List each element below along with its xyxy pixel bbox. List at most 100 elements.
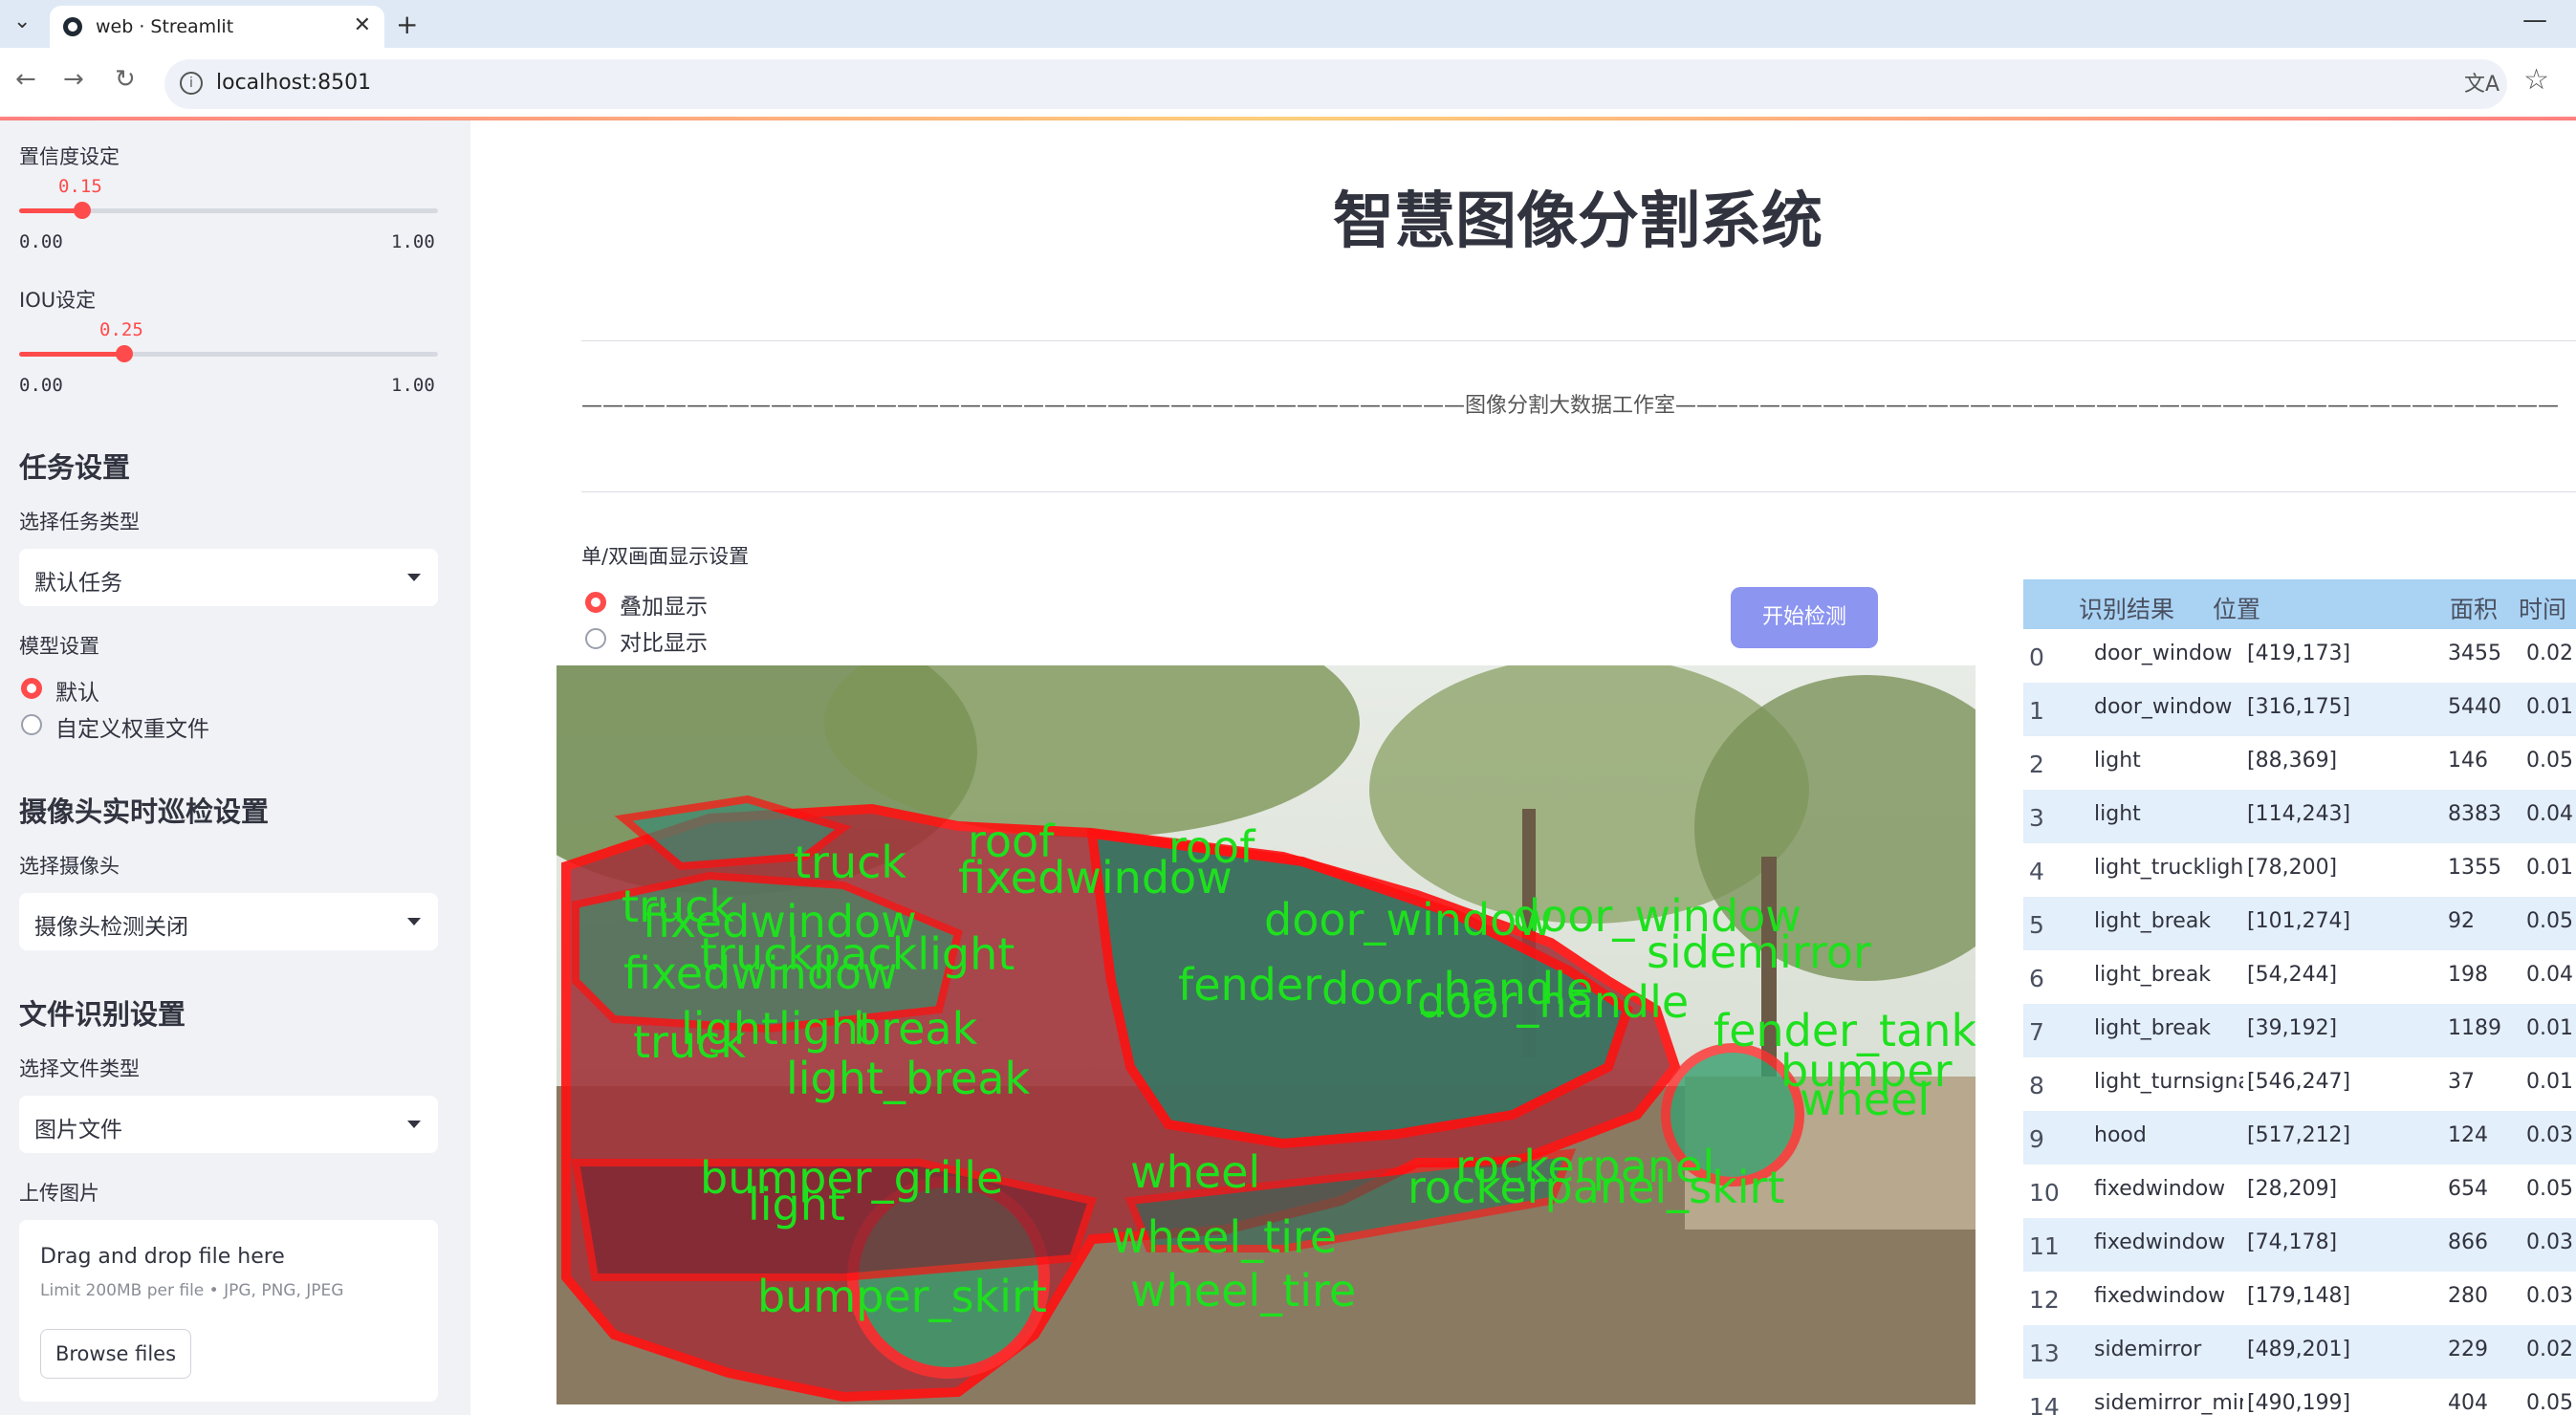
camera-select-value: 摄像头检测关闭 [34,915,188,940]
table-row[interactable]: 7 light_break [39,192] 1189 0.01 [2023,1004,2576,1057]
table-row[interactable]: 2 light [88,369] 146 0.05 [2023,736,2576,790]
new-tab-icon[interactable]: + [396,9,418,40]
row-index: 13 [2029,1339,2060,1367]
site-info-icon[interactable]: i [180,72,203,95]
file-type-select[interactable]: 图片文件 [19,1096,438,1153]
task-type-select[interactable]: 默认任务 [19,549,438,606]
file-dropzone[interactable]: Drag and drop file here Limit 200MB per … [19,1220,438,1402]
cell-position: [517,212] [2247,1123,2351,1147]
row-index: 4 [2029,858,2044,885]
confidence-min: 0.00 [19,231,63,252]
table-row[interactable]: 13 sidemirror [489,201] 229 0.02 [2023,1325,2576,1379]
start-detection-button[interactable]: 开始检测 [1731,587,1878,648]
chevron-down-icon [407,574,421,581]
cell-time: 0.05 [2526,1177,2573,1201]
radio-unselected-icon[interactable] [21,714,42,735]
cell-position: [179,148] [2247,1284,2351,1308]
table-row[interactable]: 5 light_break [101,274] 92 0.05 [2023,897,2576,950]
browse-files-button[interactable]: Browse files [40,1329,191,1379]
confidence-label: 置信度设定 [19,145,120,168]
minimize-window-icon[interactable]: — [2522,6,2547,34]
cell-area: 280 [2448,1284,2488,1308]
cell-time: 0.05 [2526,909,2573,933]
segmentation-result-image: roof truck roof fixedwindow truck fixedw… [557,665,1976,1404]
results-table[interactable]: 识别结果 位置 面积 时间 0 door_window [419,173] 3455 0… [2023,579,2576,1415]
task-type-value: 默认任务 [34,571,122,596]
url-field[interactable]: i localhost:8501 [164,59,2507,109]
address-bar: ← → ↻ i localhost:8501 文A ☆ [0,48,2576,120]
column-header-position[interactable]: 位置 [2213,591,2260,625]
back-arrow-icon[interactable]: ← [15,65,36,94]
overlay-label: wheel_tire [1111,1211,1337,1263]
overlay-label: wheel_tire [1130,1265,1356,1317]
cell-result: light [2094,749,2141,773]
table-row[interactable]: 3 light [114,243] 8383 0.04 [2023,790,2576,843]
file-settings-heading: 文件识别设置 [19,998,186,1031]
radio-selected-icon[interactable] [21,678,42,699]
confidence-max: 1.00 [391,231,435,252]
bookmark-star-icon[interactable]: ☆ [2523,63,2549,97]
confidence-slider[interactable] [19,202,438,219]
cell-position: [114,243] [2247,802,2351,826]
table-row[interactable]: 0 door_window [419,173] 3455 0.02 [2023,629,2576,683]
cell-area: 1355 [2448,856,2501,880]
segmentation-canvas: roof truck roof fixedwindow truck fixedw… [557,665,1976,1404]
overlay-label: wheel [1800,1074,1930,1125]
table-row[interactable]: 4 light_trucklight [78,200] 1355 0.01 [2023,843,2576,897]
close-tab-icon[interactable]: ✕ [354,13,371,37]
translate-icon[interactable]: 文A [2464,67,2500,98]
iou-max: 1.00 [391,375,435,396]
cell-area: 5440 [2448,695,2501,719]
cell-position: [39,192] [2247,1016,2338,1040]
column-header-area[interactable]: 面积 [2450,591,2498,625]
cell-position: [28,209] [2247,1177,2338,1201]
cell-area: 654 [2448,1177,2488,1201]
page-title: 智慧图像分割系统 [1333,186,1823,257]
forward-arrow-icon[interactable]: → [63,65,84,94]
overlay-label: fixedwindow [623,947,898,999]
reload-icon[interactable]: ↻ [115,65,136,94]
cell-time: 0.04 [2526,963,2573,987]
overlay-label: bumper_skirt [757,1271,1047,1322]
cell-area: 146 [2448,749,2488,773]
column-header-time[interactable]: 时间 [2519,591,2566,625]
iou-slider[interactable] [19,345,438,362]
row-index: 7 [2029,1018,2044,1046]
table-row[interactable]: 8 light_turnsignal [546,247] 37 0.01 [2023,1057,2576,1111]
cell-area: 198 [2448,963,2488,987]
browser-tab[interactable]: web · Streamlit ✕ [50,6,384,48]
cell-time: 0.05 [2526,1391,2573,1415]
overlay-label: break [853,1003,978,1055]
confidence-slider-thumb[interactable] [74,202,91,219]
row-index: 11 [2029,1232,2060,1260]
row-index: 1 [2029,697,2044,725]
dropzone-title: Drag and drop file here [40,1245,285,1269]
cell-position: [490,199] [2247,1391,2351,1415]
radio-selected-icon[interactable] [585,592,606,613]
radio-unselected-icon[interactable] [585,628,606,649]
cell-position: [546,247] [2247,1070,2351,1094]
table-row[interactable]: 14 sidemirror_mirror[490,199] 404 0.05 [2023,1379,2576,1415]
table-row[interactable]: 10 fixedwindow [28,209] 654 0.05 [2023,1165,2576,1218]
iou-slider-thumb[interactable] [116,345,133,362]
table-row[interactable]: 6 light_break [54,244] 198 0.04 [2023,950,2576,1004]
overlay-label: truck [633,1016,746,1068]
table-row[interactable]: 9 hood [517,212] 124 0.03 [2023,1111,2576,1165]
display-mode-overlay-label: 叠加显示 [620,595,708,620]
task-settings-heading: 任务设置 [19,451,131,484]
row-index: 9 [2029,1125,2044,1153]
sidebar: 置信度设定 0.15 0.00 1.00 IOU设定 0.25 0.00 1.0… [0,120,470,1415]
chevron-down-icon [407,1121,421,1128]
cell-result: light_turnsignal [2094,1070,2243,1094]
overlay-label: fixedwindow [958,852,1233,903]
cell-area: 866 [2448,1230,2488,1254]
cell-result: door_window [2094,642,2233,665]
table-row[interactable]: 1 door_window [316,175] 5440 0.01 [2023,683,2576,736]
table-row[interactable]: 12 fixedwindow [179,148] 280 0.03 [2023,1272,2576,1325]
cell-area: 229 [2448,1338,2488,1361]
streamlit-favicon-icon [63,17,82,36]
tab-list-chevron-icon[interactable]: ⌄ [13,10,31,33]
table-row[interactable]: 11 fixedwindow [74,178] 866 0.03 [2023,1218,2576,1272]
camera-select[interactable]: 摄像头检测关闭 [19,893,438,950]
column-header-result[interactable]: 识别结果 [2079,591,2174,625]
